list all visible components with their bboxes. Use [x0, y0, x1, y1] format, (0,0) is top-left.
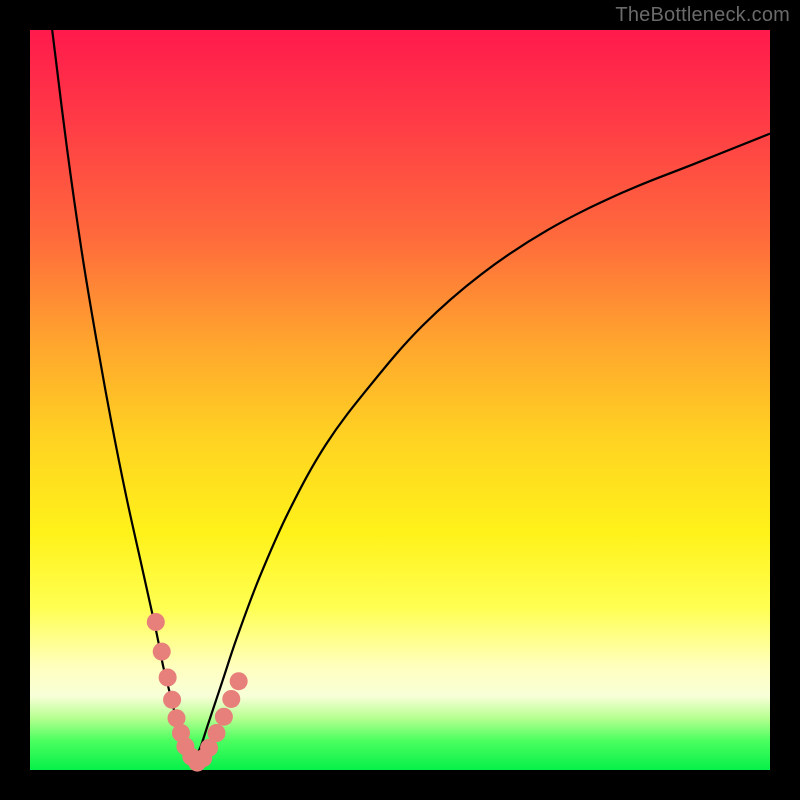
chart-frame: TheBottleneck.com [0, 0, 800, 800]
marker-point [222, 690, 240, 708]
curve-right [193, 134, 770, 763]
marker-point [215, 708, 233, 726]
marker-point [230, 672, 248, 690]
marker-group [147, 613, 248, 772]
marker-point [147, 613, 165, 631]
curve-left [52, 30, 193, 763]
marker-point [153, 643, 171, 661]
marker-point [163, 691, 181, 709]
plot-area [30, 30, 770, 770]
marker-point [207, 724, 225, 742]
chart-svg [30, 30, 770, 770]
watermark-text: TheBottleneck.com [615, 4, 790, 27]
marker-point [159, 669, 177, 687]
